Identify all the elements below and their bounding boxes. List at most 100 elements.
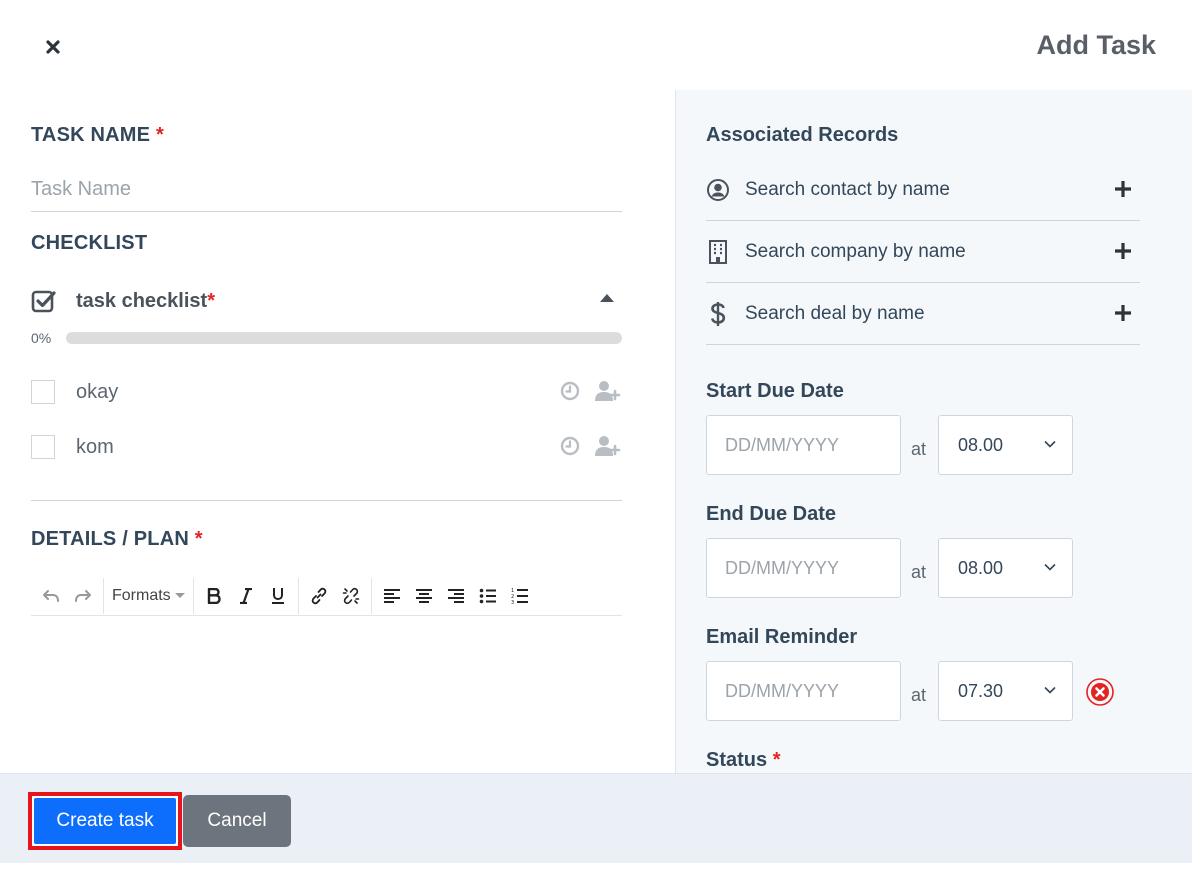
bullet-list-icon: [479, 588, 496, 603]
progress-percent: 0%: [31, 330, 52, 346]
end-time-select[interactable]: 08.00: [938, 538, 1073, 598]
section-divider: [31, 500, 622, 501]
clock-icon[interactable]: [560, 381, 580, 401]
dollar-icon: [706, 301, 730, 326]
checked-box-icon: [31, 290, 56, 313]
editor-toolbar: Formats 1 2 3: [31, 576, 622, 616]
company-search-label: Search company by name: [745, 240, 966, 262]
close-button[interactable]: [40, 34, 66, 60]
clock-icon[interactable]: [560, 436, 580, 456]
reminder-date-input[interactable]: [706, 661, 901, 721]
checklist-item: kom: [31, 432, 622, 462]
email-reminder-label: Email Reminder: [706, 626, 858, 648]
start-date-input[interactable]: [706, 415, 901, 475]
side-panel: Associated Records Search contact by nam…: [675, 90, 1192, 773]
at-label: at: [911, 562, 927, 582]
dropdown-arrow-icon: [174, 593, 185, 598]
create-task-label: Create task: [34, 798, 176, 844]
add-contact-icon[interactable]: [1114, 180, 1132, 198]
align-center-button[interactable]: [408, 580, 440, 612]
checklist-header: task checklist*: [31, 286, 622, 316]
end-due-date-label: End Due Date: [706, 503, 837, 525]
collapse-caret-icon[interactable]: [600, 294, 614, 302]
underline-button[interactable]: [262, 580, 294, 612]
at-label: at: [911, 439, 927, 459]
deal-search-label: Search deal by name: [745, 302, 925, 324]
create-task-button[interactable]: Create task: [28, 792, 182, 850]
details-label-text: DETAILS / PLAN: [31, 528, 189, 550]
checklist-title: task checklist*: [76, 290, 215, 313]
details-label: DETAILS / PLAN *: [31, 528, 203, 551]
start-due-date-label: Start Due Date: [706, 380, 844, 402]
end-time-value: 08.00: [958, 557, 1004, 578]
italic-button[interactable]: [230, 580, 262, 612]
align-center-icon: [415, 588, 432, 603]
formats-group: Formats: [104, 577, 194, 614]
formats-dropdown[interactable]: Formats: [108, 587, 189, 605]
bullet-list-button[interactable]: [472, 580, 504, 612]
assign-user-icon[interactable]: [594, 435, 622, 457]
svg-text:3: 3: [511, 600, 514, 605]
link-icon: [311, 587, 326, 604]
chevron-down-icon: [1044, 686, 1056, 694]
numbered-list-icon: 123: [511, 588, 528, 605]
start-time-value: 08.00: [958, 434, 1004, 455]
remove-link-button[interactable]: [335, 580, 367, 612]
company-search-row[interactable]: Search company by name: [706, 221, 1140, 283]
assign-user-icon[interactable]: [594, 380, 622, 402]
end-date-input[interactable]: [706, 538, 901, 598]
status-label-text: Status: [706, 749, 768, 771]
checklist-item: okay: [31, 377, 622, 407]
undo-icon: [43, 589, 59, 602]
align-right-button[interactable]: [440, 580, 472, 612]
reminder-time-value: 07.30: [958, 680, 1004, 701]
item-label: kom: [76, 435, 114, 458]
cancel-button[interactable]: Cancel: [183, 795, 291, 847]
item-tools: [560, 380, 622, 402]
link-group: [299, 577, 372, 614]
checklist-progress: 0%: [31, 328, 622, 348]
associated-records-title: Associated Records: [706, 124, 899, 146]
footer-bar: Create task Cancel: [0, 773, 1192, 863]
reminder-time-select[interactable]: 07.30: [938, 661, 1073, 721]
checklist-label: CHECKLIST: [31, 232, 148, 254]
italic-icon: [239, 587, 252, 604]
bold-icon: [207, 587, 221, 604]
remove-reminder-icon[interactable]: [1085, 677, 1115, 707]
required-mark: *: [155, 124, 164, 146]
building-icon: [706, 239, 730, 264]
close-icon: [46, 40, 60, 54]
required-mark: *: [194, 528, 203, 550]
page-title: Add Task: [1036, 30, 1156, 60]
required-mark: *: [772, 749, 781, 771]
required-mark: *: [207, 289, 215, 312]
item-checkbox[interactable]: [31, 380, 55, 404]
contact-icon: [706, 178, 730, 202]
insert-link-button[interactable]: [303, 580, 335, 612]
bold-button[interactable]: [198, 580, 230, 612]
status-label: Status *: [706, 749, 780, 772]
at-label: at: [911, 685, 927, 705]
start-time-select[interactable]: 08.00: [938, 415, 1073, 475]
history-group: [31, 577, 104, 614]
item-label: okay: [76, 380, 119, 403]
align-left-icon: [383, 588, 400, 603]
underline-icon: [271, 588, 284, 604]
deal-search-row[interactable]: Search deal by name: [706, 283, 1140, 345]
redo-button[interactable]: [67, 580, 99, 612]
align-right-icon: [447, 588, 464, 603]
add-company-icon[interactable]: [1114, 242, 1132, 260]
undo-button[interactable]: [35, 580, 67, 612]
contact-search-label: Search contact by name: [745, 178, 950, 200]
item-tools: [560, 435, 622, 457]
add-deal-icon[interactable]: [1114, 304, 1132, 322]
item-checkbox[interactable]: [31, 435, 55, 459]
numbered-list-button[interactable]: 123: [504, 580, 536, 612]
task-name-input[interactable]: [31, 168, 622, 212]
unlink-icon: [342, 587, 359, 604]
progress-track: [66, 332, 622, 344]
align-left-button[interactable]: [376, 580, 408, 612]
contact-search-row[interactable]: Search contact by name: [706, 159, 1140, 221]
checklist-title-text: task checklist: [76, 289, 208, 312]
chevron-down-icon: [1044, 440, 1056, 448]
